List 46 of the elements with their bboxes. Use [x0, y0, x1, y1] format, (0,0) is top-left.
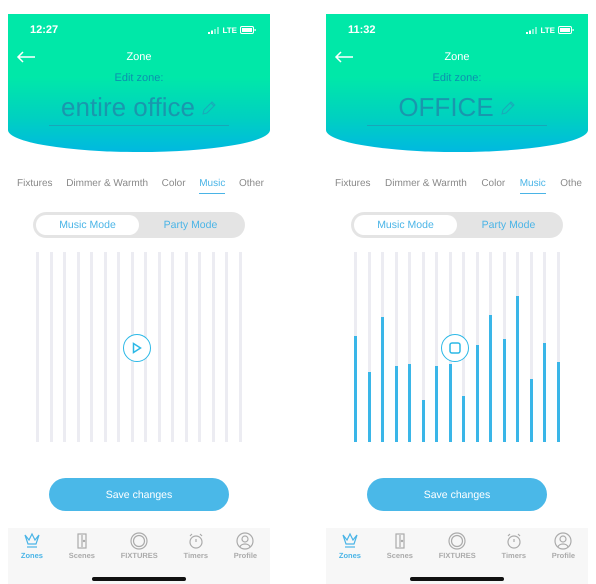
back-arrow-icon[interactable] — [334, 51, 354, 63]
circle-icon — [448, 532, 466, 550]
tab[interactable]: Fixtures — [17, 176, 53, 194]
battery-icon — [240, 26, 256, 34]
mode-option[interactable]: Party Mode — [457, 215, 560, 235]
edit-zone-label: Edit zone: — [432, 72, 482, 84]
tab[interactable]: Music — [520, 176, 546, 194]
network-label: LTE — [222, 26, 237, 34]
tab[interactable]: Music — [199, 176, 226, 194]
edit-zone-label: Edit zone: — [114, 72, 164, 84]
network-label: LTE — [540, 26, 555, 34]
zone-name[interactable]: entire office — [61, 92, 195, 123]
crown-icon — [22, 532, 41, 550]
status-time: 12:27 — [30, 24, 58, 36]
crown-icon — [340, 532, 359, 550]
mode-option[interactable]: Party Mode — [139, 215, 242, 235]
mode-option[interactable]: Music Mode — [36, 215, 139, 235]
tab[interactable]: Other — [238, 176, 264, 194]
tab[interactable]: Fixtures — [335, 176, 371, 194]
tab[interactable]: Color — [162, 176, 186, 194]
zone-name[interactable]: OFFICE — [398, 92, 494, 123]
pencil-icon[interactable] — [500, 100, 516, 116]
tab[interactable]: Dimmer & Warmth — [66, 176, 148, 194]
play-button[interactable] — [123, 334, 151, 362]
save-button[interactable]: Save changes — [367, 478, 547, 511]
screen-title: Zone — [443, 51, 471, 63]
signal-icon — [208, 26, 220, 34]
profile-icon — [236, 532, 254, 550]
stopwatch-icon — [504, 532, 523, 550]
pencil-icon[interactable] — [200, 100, 217, 116]
back-arrow-icon[interactable] — [16, 51, 36, 63]
signal-icon — [526, 26, 538, 34]
battery-icon — [558, 26, 574, 34]
stop-icon — [449, 342, 461, 354]
status-time: 11:32 — [348, 24, 376, 36]
profile-icon — [554, 532, 572, 550]
screen-title: Zone — [125, 51, 153, 63]
circle-icon — [130, 532, 148, 550]
play-icon — [132, 342, 142, 354]
tab[interactable]: Othe — [560, 176, 582, 194]
stopwatch-icon — [186, 532, 205, 550]
stop-button[interactable] — [441, 334, 469, 362]
tab[interactable]: Color — [481, 176, 506, 194]
tab[interactable]: Dimmer & Warmth — [385, 176, 467, 194]
mode-option[interactable]: Music Mode — [354, 215, 457, 235]
save-button[interactable]: Save changes — [49, 478, 229, 511]
